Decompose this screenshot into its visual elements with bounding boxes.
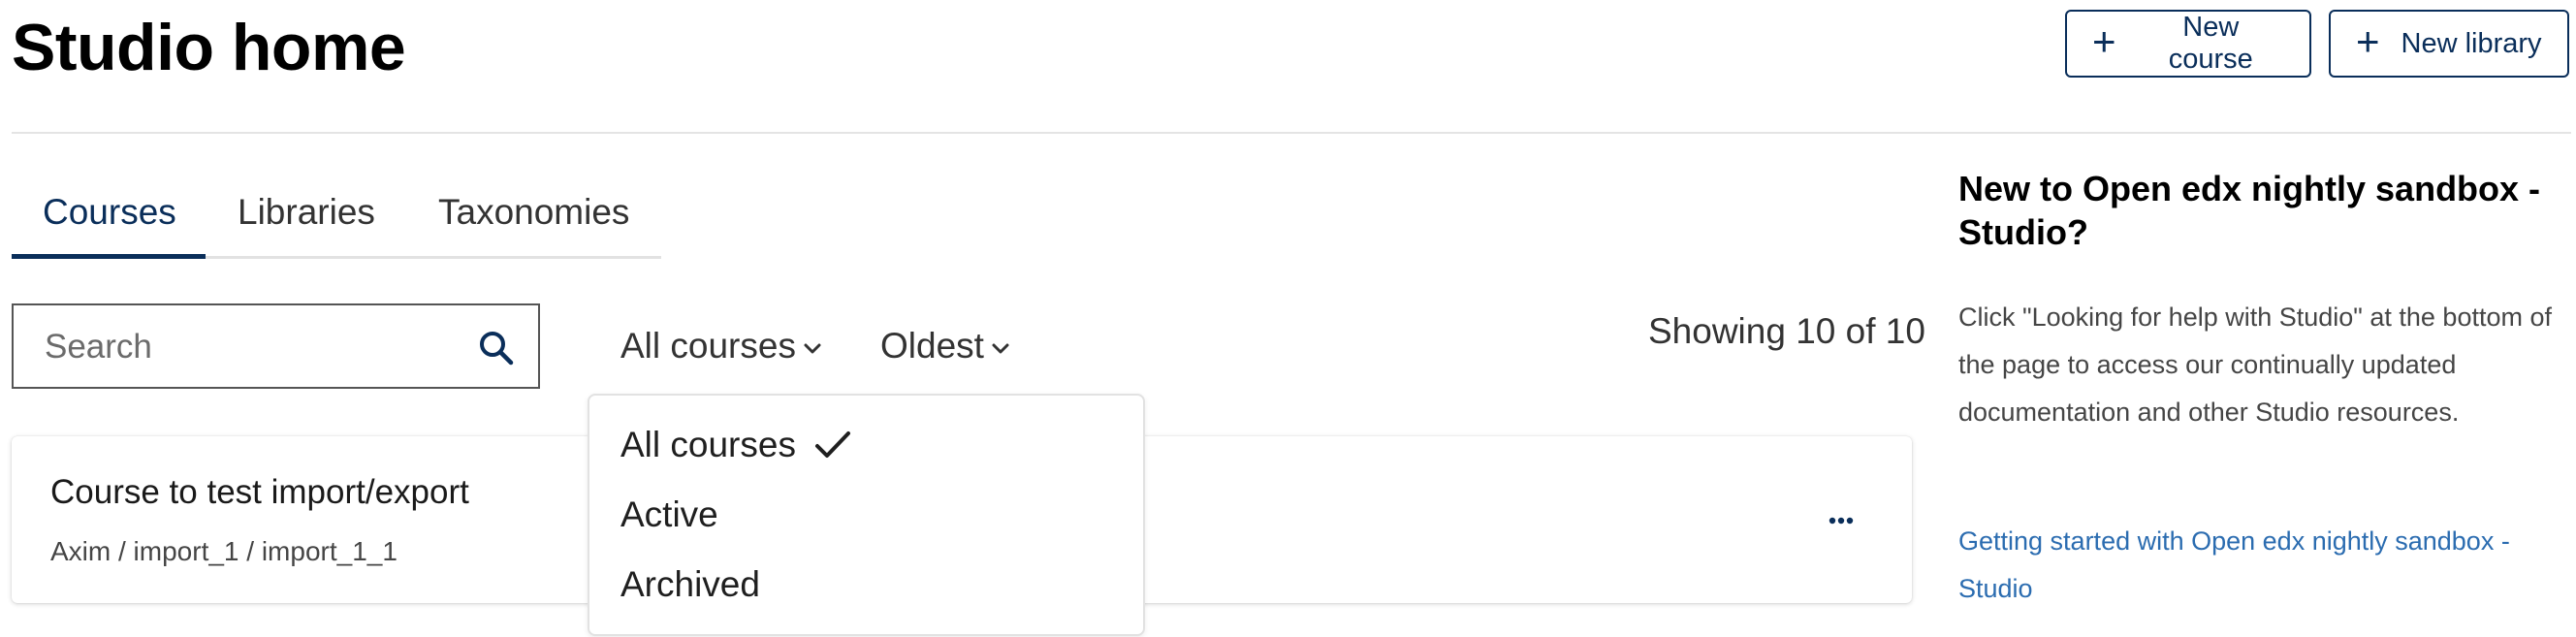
new-course-button[interactable]: + New course	[2065, 10, 2311, 78]
chevron-down-icon	[804, 343, 821, 354]
page-title: Studio home	[12, 11, 406, 84]
tab-courses[interactable]: Courses	[43, 192, 176, 233]
course-status-dropdown-menu: All courses Active Archived	[588, 394, 1145, 636]
sidebar-title: New to Open edx nightly sandbox - Studio…	[1958, 169, 2541, 252]
more-horizontal-icon	[1829, 517, 1854, 525]
search-icon[interactable]	[477, 329, 516, 367]
new-library-label: New library	[2401, 27, 2542, 59]
tab-libraries[interactable]: Libraries	[238, 192, 375, 233]
course-status-filter[interactable]: All courses	[620, 326, 823, 366]
tab-taxonomies[interactable]: Taxonomies	[438, 192, 629, 233]
studio-home-page: Studio home + New course + New library C…	[0, 0, 2576, 637]
header-divider	[12, 132, 2571, 134]
dropdown-option-label: Active	[620, 494, 718, 534]
dropdown-option-active[interactable]: Active	[620, 494, 718, 535]
new-course-label: New course	[2168, 12, 2253, 75]
new-library-button[interactable]: + New library	[2329, 10, 2569, 78]
dropdown-option-label: Archived	[620, 564, 760, 604]
plus-icon: +	[2356, 18, 2380, 64]
course-identifier: Axim / import_1 / import_1_1	[50, 536, 398, 566]
getting-started-link[interactable]: Getting started with Open edx nightly sa…	[1958, 518, 2569, 613]
dropdown-option-label: All courses	[620, 425, 796, 464]
active-tab-indicator	[12, 254, 206, 259]
chevron-down-icon	[992, 343, 1009, 354]
content-tabs: Courses Libraries Taxonomies	[12, 173, 661, 259]
course-status-filter-label: All courses	[620, 326, 796, 366]
course-actions-menu-button[interactable]	[1817, 496, 1865, 545]
search-input[interactable]	[43, 323, 454, 371]
dropdown-option-archived[interactable]: Archived	[620, 564, 760, 605]
sort-order-filter-label: Oldest	[880, 326, 984, 366]
sort-order-filter[interactable]: Oldest	[880, 326, 1011, 366]
search-box	[12, 303, 540, 389]
plus-icon: +	[2092, 18, 2116, 64]
sidebar-description: Click "Looking for help with Studio" at …	[1958, 303, 2552, 427]
results-count: Showing 10 of 10	[1648, 311, 1925, 351]
check-icon	[814, 431, 850, 458]
dropdown-option-all-courses[interactable]: All courses	[620, 425, 852, 465]
course-title[interactable]: Course to test import/export	[50, 473, 469, 512]
